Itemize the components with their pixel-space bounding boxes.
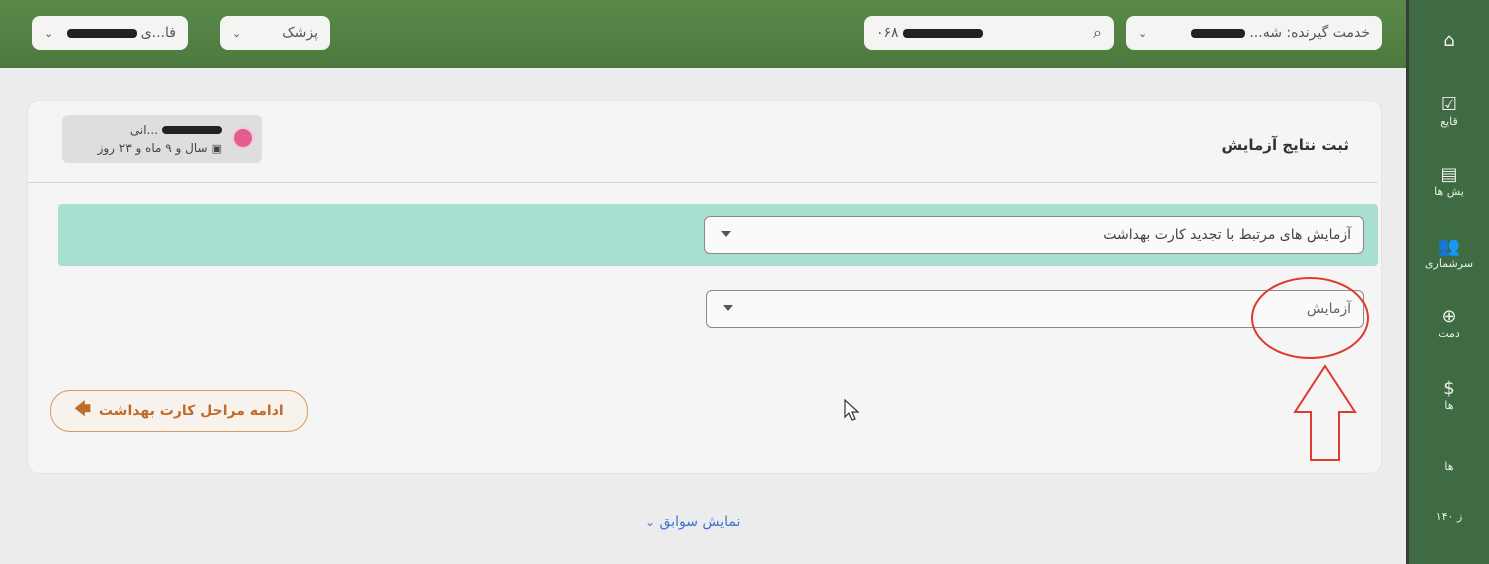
role-dropdown[interactable]: پزشک ⌄ bbox=[220, 16, 330, 50]
patient-age: سال و ۹ ماه و ۲۳ روز bbox=[97, 141, 208, 155]
redaction-mark bbox=[1191, 28, 1246, 38]
cake-icon: ▣ bbox=[211, 141, 222, 155]
avatar bbox=[232, 127, 254, 149]
divider bbox=[28, 182, 1378, 183]
sidebar-item-label: دمت bbox=[1438, 327, 1460, 340]
search-icon[interactable]: ⌕ bbox=[1093, 23, 1102, 43]
sidebar-item-label: قایع bbox=[1440, 115, 1458, 128]
sidebar-item-service[interactable]: ⊕ دمت bbox=[1409, 306, 1489, 340]
search-value: ۰۶۸ bbox=[876, 25, 899, 41]
sidebar-item-lists[interactable]: ها bbox=[1409, 460, 1489, 473]
sidebar-item-census[interactable]: 👥 سرشماری bbox=[1409, 236, 1489, 270]
show-history-label: نمایش سوابق bbox=[659, 514, 741, 530]
arrow-left-icon: 🡄 bbox=[74, 398, 91, 418]
mouse-cursor-icon bbox=[844, 398, 860, 421]
people-icon: 👥 bbox=[1437, 236, 1461, 257]
continue-health-card-button[interactable]: ادامه مراحل کارت بهداشت 🡄 bbox=[50, 390, 308, 432]
calendar-check-icon: ☑ bbox=[1440, 94, 1458, 115]
redaction-mark bbox=[66, 28, 137, 38]
globe-icon: ⊕ bbox=[1441, 306, 1457, 327]
caret-down-icon bbox=[721, 231, 731, 237]
sidebar-item-events[interactable]: ☑ قایع bbox=[1409, 94, 1489, 128]
service-recipient-label: خدمت گیرنده: شه... bbox=[1249, 25, 1370, 41]
redaction-mark bbox=[902, 28, 983, 38]
annotation-arrow-icon bbox=[1293, 364, 1357, 461]
test-group-select[interactable]: آزمایش های مرتبط با تجدید کارت بهداشت bbox=[704, 216, 1364, 254]
chevron-down-icon: ⌄ bbox=[645, 515, 656, 529]
role-label: پزشک bbox=[282, 25, 318, 41]
continue-button-label: ادامه مراحل کارت بهداشت bbox=[98, 403, 284, 419]
patient-name: ...انی bbox=[129, 123, 158, 137]
annotation-circle bbox=[1251, 277, 1369, 359]
page-title: ثبت نتایج آزمایش bbox=[1221, 136, 1349, 154]
service-recipient-dropdown[interactable]: خدمت گیرنده: شه... ⌄ bbox=[1126, 16, 1382, 50]
chevron-down-icon: ⌄ bbox=[232, 26, 242, 40]
chevron-down-icon: ⌄ bbox=[1138, 26, 1148, 40]
sidebar-item-tests[interactable]: ▤ یش ها bbox=[1409, 164, 1489, 198]
sidebar-item-payments[interactable]: $ ها bbox=[1409, 378, 1489, 412]
top-bar: فا...ی ⌄ پزشک ⌄ ۰۶۸ ⌕ خدمت گیرنده: شه...… bbox=[0, 0, 1410, 68]
home-icon: ⌂ bbox=[1443, 30, 1455, 51]
show-history-link[interactable]: نمایش سوابق ⌄ bbox=[645, 514, 740, 530]
sidebar-item-label: ها bbox=[1444, 399, 1454, 412]
redaction-mark bbox=[162, 126, 222, 134]
search-input[interactable]: ۰۶۸ ⌕ bbox=[864, 16, 1114, 50]
coin-icon: $ bbox=[1443, 378, 1455, 399]
sidebar-item-home[interactable]: ⌂ bbox=[1409, 30, 1489, 51]
document-icon: ▤ bbox=[1440, 164, 1458, 185]
patient-filter-dropdown[interactable]: فا...ی ⌄ bbox=[32, 16, 188, 50]
chevron-down-icon: ⌄ bbox=[44, 26, 54, 40]
sidebar-item-date[interactable]: ز ۱۴۰ bbox=[1409, 510, 1489, 523]
sidebar-item-label: یش ها bbox=[1434, 185, 1464, 198]
sidebar-item-label: سرشماری bbox=[1424, 257, 1474, 270]
patient-info-chip: ...انی ▣ سال و ۹ ماه و ۲۳ روز bbox=[62, 115, 262, 163]
caret-down-icon bbox=[723, 305, 733, 311]
sidebar-item-label: ز ۱۴۰ bbox=[1435, 510, 1463, 523]
sidebar: ⌂ ☑ قایع ▤ یش ها 👥 سرشماری ⊕ دمت $ ها ها… bbox=[1409, 0, 1489, 564]
sidebar-item-label: ها bbox=[1444, 460, 1454, 473]
test-group-select-value: آزمایش های مرتبط با تجدید کارت بهداشت bbox=[1103, 227, 1351, 243]
patient-filter-label: فا...ی bbox=[140, 25, 176, 41]
